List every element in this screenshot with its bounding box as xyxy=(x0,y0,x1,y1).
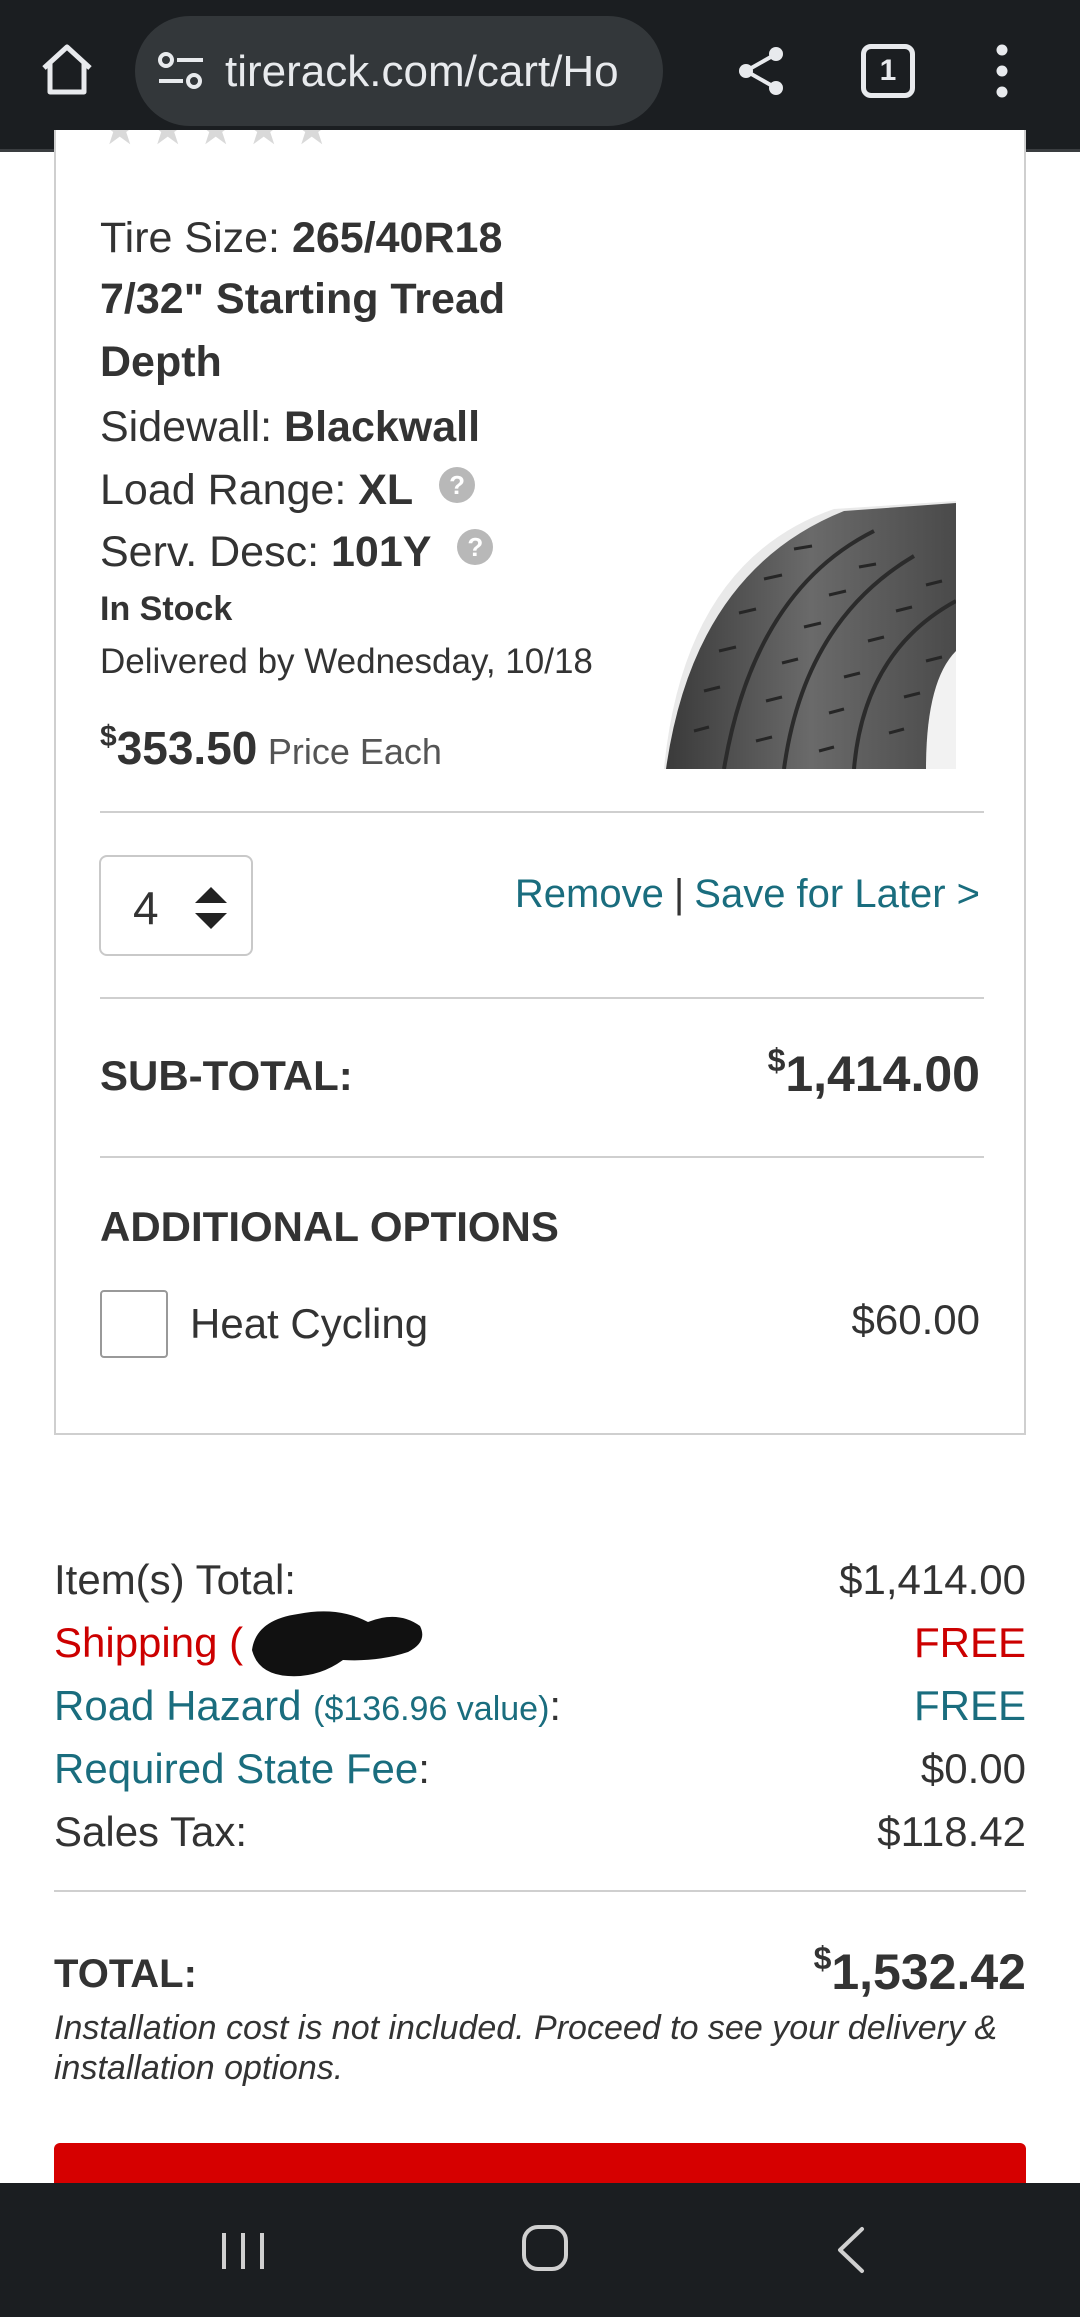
tread-depth: 7/32" Starting Tread Depth xyxy=(100,275,506,386)
subtotal-value: $1,414.00 xyxy=(768,1042,980,1103)
serv-desc-label: Serv. Desc: xyxy=(100,528,320,576)
address-bar[interactable]: tirerack.com/cart/Ho xyxy=(135,16,663,126)
tire-size-spec: Tire Size: 265/40R18 xyxy=(100,208,502,268)
star-icon: ★ xyxy=(196,130,240,158)
total-value: $1,532.42 xyxy=(814,1940,1026,2001)
stock-status: In Stock xyxy=(100,590,233,628)
cart-item-card: ★★★★★ Tire Size: 265/40R18 7/32" Startin… xyxy=(54,130,1026,1435)
road-hazard-value: FREE xyxy=(913,1682,1026,1729)
sort-arrows-icon xyxy=(195,887,227,929)
serv-desc-value: 101Y xyxy=(330,528,432,576)
road-hazard-colon: : xyxy=(549,1682,562,1729)
recent-apps-icon[interactable] xyxy=(218,2229,268,2273)
url-text[interactable]: tirerack.com/cart/Ho xyxy=(225,44,650,100)
proceed-button[interactable] xyxy=(54,2143,1026,2183)
heat-cycling-label[interactable]: Heat Cycling xyxy=(190,1300,428,1348)
divider xyxy=(100,997,984,999)
state-fee-colon: : xyxy=(418,1745,430,1792)
heat-cycling-price: $60.00 xyxy=(851,1296,980,1343)
load-range-label: Load Range: xyxy=(100,466,347,514)
remove-link[interactable]: Remove xyxy=(515,872,664,916)
delivery-estimate: Delivered by Wednesday, 10/18 xyxy=(100,642,593,681)
items-total-value: $1,414.00 xyxy=(839,1556,1026,1603)
load-range-value: XL xyxy=(358,466,414,514)
installation-note: Installation cost is not included. Proce… xyxy=(54,2009,998,2087)
home-icon[interactable] xyxy=(36,38,98,100)
divider xyxy=(54,1890,1026,1892)
total-label: TOTAL: xyxy=(54,1952,197,1996)
more-vert-icon[interactable] xyxy=(982,40,1022,102)
road-hazard-note[interactable]: ($136.96 value) xyxy=(313,1690,549,1728)
help-icon[interactable]: ? xyxy=(439,467,476,503)
subtotal-currency: $ xyxy=(767,1042,786,1078)
subtotal-amount: 1,414.00 xyxy=(785,1046,980,1102)
home-circle-icon[interactable] xyxy=(520,2223,570,2273)
star-icon: ★ xyxy=(244,130,288,158)
road-hazard-row: Road Hazard ($136.96 value): FREE xyxy=(54,1676,1026,1736)
heat-cycling-checkbox[interactable] xyxy=(100,1290,168,1358)
sidewall-value: Blackwall xyxy=(284,403,481,451)
divider xyxy=(100,1156,984,1158)
state-fee-value: $0.00 xyxy=(920,1745,1026,1792)
total-currency: $ xyxy=(813,1940,832,1976)
sidewall-spec: Sidewall: Blackwall xyxy=(100,397,480,457)
tire-size-label: Tire Size: xyxy=(100,214,280,262)
quantity-select[interactable]: 4 xyxy=(99,855,253,956)
sidewall-label: Sidewall: xyxy=(100,403,273,451)
state-fee-text: Required State Fee: xyxy=(54,1739,430,1799)
road-hazard-link[interactable]: Road Hazard xyxy=(54,1682,301,1729)
tire-size-value: 265/40R18 xyxy=(291,214,503,262)
price-currency: $ xyxy=(100,720,117,753)
sales-tax-label: Sales Tax: xyxy=(54,1808,247,1855)
shipping-label[interactable]: Shipping ( xyxy=(54,1613,243,1673)
state-fee-link[interactable]: Required State Fee xyxy=(54,1745,418,1792)
shipping-value: FREE xyxy=(913,1619,1026,1666)
item-actions: Remove | Save for Later > xyxy=(515,872,980,917)
sales-tax-row: Sales Tax: $118.42 xyxy=(54,1802,1026,1862)
system-nav-bar xyxy=(0,2183,1080,2317)
unit-price: $353.50 Price Each xyxy=(100,720,442,775)
rating-stars: ★★★★★ xyxy=(100,130,340,158)
star-icon: ★ xyxy=(292,130,336,158)
state-fee-row: Required State Fee: $0.00 xyxy=(54,1739,1026,1799)
serv-desc-spec: Serv. Desc: 101Y ? xyxy=(100,522,494,582)
tune-icon[interactable] xyxy=(157,49,205,93)
share-icon[interactable] xyxy=(730,40,792,102)
redaction-scribble xyxy=(252,1611,423,1677)
tab-switcher-button[interactable]: 1 xyxy=(861,44,915,98)
total-amount: 1,532.42 xyxy=(831,1944,1026,2000)
price-amount: 353.50 xyxy=(116,722,258,774)
load-range-spec: Load Range: XL ? xyxy=(100,460,476,520)
action-separator: | xyxy=(673,872,685,916)
back-icon[interactable] xyxy=(834,2225,868,2275)
quantity-value[interactable]: 4 xyxy=(133,881,159,935)
divider xyxy=(100,811,984,813)
star-icon: ★ xyxy=(100,130,144,158)
additional-options-title: ADDITIONAL OPTIONS xyxy=(100,1203,559,1250)
save-for-later-link[interactable]: Save for Later > xyxy=(694,872,980,916)
sales-tax-value: $118.42 xyxy=(877,1808,1026,1855)
price-suffix: Price Each xyxy=(267,731,442,772)
tire-image[interactable] xyxy=(664,501,956,769)
help-icon[interactable]: ? xyxy=(457,529,494,565)
road-hazard-text: Road Hazard ($136.96 value): xyxy=(54,1676,561,1739)
shipping-row: Shipping ( FREE xyxy=(54,1613,1026,1673)
subtotal-label: SUB-TOTAL: xyxy=(100,1052,353,1099)
star-icon: ★ xyxy=(148,130,192,158)
items-total-row: Item(s) Total: $1,414.00 xyxy=(54,1550,1026,1610)
